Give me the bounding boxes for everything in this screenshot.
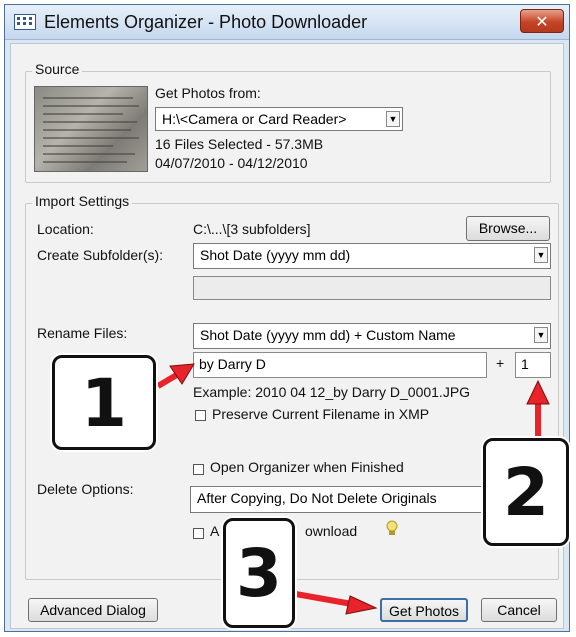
delete-options-value: After Copying, Do Not Delete Originals (197, 490, 437, 506)
location-value: C:\...\[3 subfolders] (193, 221, 311, 237)
custom-subfolder-field[interactable] (193, 276, 551, 300)
start-number-field[interactable]: 1 (515, 352, 551, 378)
location-label: Location: (37, 221, 94, 237)
auto-download-checkbox[interactable] (193, 528, 204, 539)
import-settings-legend: Import Settings (32, 193, 133, 209)
cancel-button[interactable]: Cancel (481, 598, 557, 622)
date-range-text: 04/07/2010 - 04/12/2010 (155, 155, 308, 171)
chevron-down-icon: ▼ (534, 327, 548, 343)
device-dropdown[interactable]: H:\<Camera or Card Reader> ▼ (155, 107, 403, 131)
advanced-dialog-button[interactable]: Advanced Dialog (28, 598, 158, 622)
callout-2: 2 (483, 438, 569, 546)
delete-options-dropdown[interactable]: After Copying, Do Not Delete Originals (190, 486, 490, 513)
preserve-filename-checkbox[interactable] (195, 410, 206, 421)
open-organizer-label: Open Organizer when Finished (210, 459, 404, 475)
create-subfolder-label: Create Subfolder(s): (37, 247, 164, 263)
get-photos-button[interactable]: Get Photos (380, 598, 468, 622)
custom-name-field[interactable]: by Darry D (193, 352, 487, 378)
example-text: Example: 2010 04 12_by Darry D_0001.JPG (193, 384, 471, 400)
chevron-down-icon: ▼ (534, 247, 548, 263)
callout-1: 1 (52, 355, 156, 450)
subfolder-value: Shot Date (yyyy mm dd) (200, 247, 351, 263)
open-organizer-checkbox[interactable] (193, 464, 204, 475)
auto-download-label-end: ownload (305, 523, 358, 539)
close-icon: ✕ (535, 12, 549, 31)
camera-thumbnail (34, 86, 148, 172)
app-grid-icon (14, 14, 36, 30)
subfolder-dropdown[interactable]: Shot Date (yyyy mm dd) ▼ (193, 243, 551, 269)
callout-3: 3 (223, 518, 295, 628)
preserve-filename-label: Preserve Current Filename in XMP (212, 406, 430, 422)
rename-value: Shot Date (yyyy mm dd) + Custom Name (200, 327, 456, 343)
close-button[interactable]: ✕ (520, 9, 564, 33)
plus-sign: + (496, 355, 505, 371)
auto-download-label-start: A (210, 523, 220, 539)
window-title: Elements Organizer - Photo Downloader (44, 12, 368, 32)
chevron-down-icon: ▼ (386, 111, 400, 127)
rename-dropdown[interactable]: Shot Date (yyyy mm dd) + Custom Name ▼ (193, 323, 551, 349)
files-selected-text: 16 Files Selected - 57.3MB (155, 136, 324, 152)
get-photos-from-label: Get Photos from: (155, 85, 261, 101)
source-legend: Source (32, 61, 83, 77)
device-value: H:\<Camera or Card Reader> (162, 111, 347, 127)
browse-button[interactable]: Browse... (466, 216, 550, 241)
rename-files-label: Rename Files: (37, 325, 128, 341)
delete-options-label: Delete Options: (37, 481, 134, 497)
